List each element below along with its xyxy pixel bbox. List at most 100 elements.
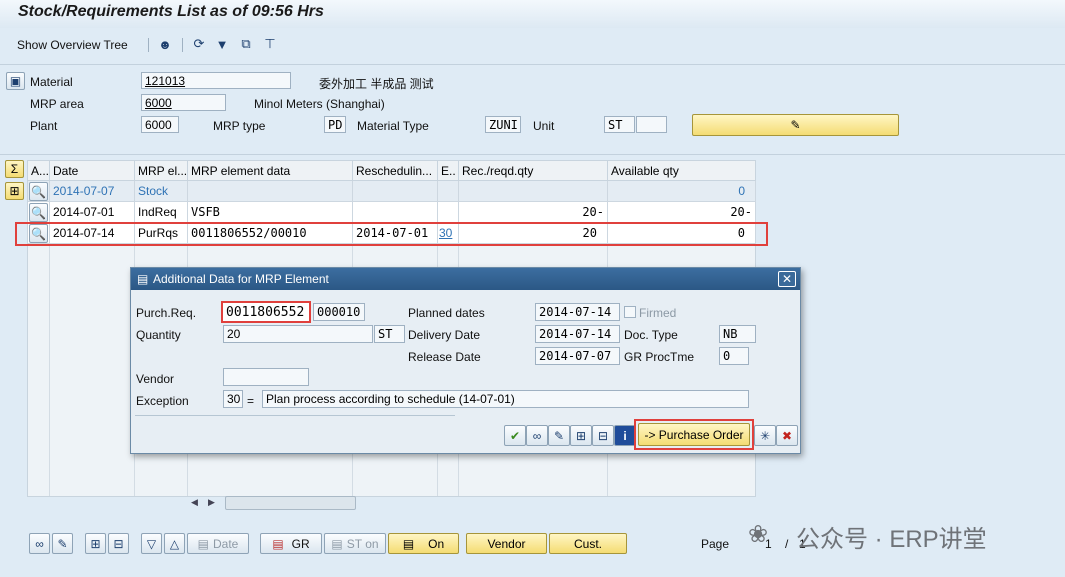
- cancel-icon[interactable]: ✖: [776, 425, 798, 446]
- person-icon[interactable]: ☻: [157, 36, 173, 52]
- gr-proc-time-label: GR ProcTme: [624, 350, 695, 364]
- calendar-icon: ▤: [402, 536, 415, 551]
- delivery-date-field[interactable]: 2014-07-14: [535, 325, 620, 343]
- table-cell-element-data: VSFB: [188, 202, 353, 223]
- horizontal-scrollbar[interactable]: [225, 496, 356, 510]
- firmed-label: Firmed: [639, 306, 677, 320]
- calendar-icon: ▤: [197, 536, 209, 551]
- purch-req-field[interactable]: 0011806552: [221, 301, 311, 323]
- sum-icon[interactable]: Σ: [5, 160, 24, 178]
- purchase-order-button[interactable]: -> Purchase Order: [638, 423, 750, 446]
- table-row-detail-button[interactable]: 🔍: [28, 181, 50, 202]
- col-header-mrp-el[interactable]: MRP el...: [135, 161, 188, 181]
- delivery-date-label: Delivery Date: [408, 328, 481, 342]
- table-cell-mrp-el: IndReq: [135, 202, 188, 223]
- col-header-rec-reqd-qty[interactable]: Rec./reqd.qty: [459, 161, 608, 181]
- toolbar-divider: [182, 38, 183, 52]
- scroll-right-icon[interactable]: ▶: [208, 497, 215, 508]
- col-header-mrp-element-data[interactable]: MRP element data: [188, 161, 353, 181]
- gr-button[interactable]: ▤ GR: [260, 533, 322, 554]
- quantity-field[interactable]: 20: [223, 325, 373, 343]
- table-cell-exception: [438, 181, 459, 202]
- table-cell-mrp-el: Stock: [135, 181, 188, 202]
- material-detail-icon[interactable]: ▣: [6, 72, 25, 90]
- info-icon[interactable]: i: [614, 425, 636, 446]
- highlight-row: [15, 222, 768, 246]
- edit-button[interactable]: ✎: [692, 114, 899, 136]
- col-header-rescheduling[interactable]: Reschedulin...: [353, 161, 438, 181]
- page-separator: /: [785, 537, 789, 551]
- quantity-unit-field[interactable]: ST: [374, 325, 405, 343]
- filter-icon[interactable]: ▼: [214, 36, 230, 52]
- wechat-icon: ❀: [748, 521, 769, 548]
- material-field[interactable]: 121013: [141, 72, 291, 89]
- expand-icon[interactable]: ⊞: [5, 182, 24, 200]
- table-cell-resched: [353, 181, 438, 202]
- hierarchy-down-icon[interactable]: ⊟: [108, 533, 129, 554]
- col-header-date[interactable]: Date: [50, 161, 135, 181]
- snowflake-icon[interactable]: ✳: [754, 425, 776, 446]
- filter-settings-icon[interactable]: ⊤: [262, 36, 278, 52]
- firmed-checkbox[interactable]: [624, 306, 636, 318]
- dialog-close-icon[interactable]: ✕: [778, 271, 796, 287]
- unit-field[interactable]: ST: [604, 116, 635, 133]
- pencil-icon[interactable]: ✎: [548, 425, 570, 446]
- scroll-left-icon[interactable]: ◀: [191, 497, 198, 508]
- glasses-icon[interactable]: ∞: [29, 533, 50, 554]
- plant-label: Plant: [30, 119, 58, 133]
- toolbar-divider: [148, 38, 149, 52]
- material-type-field[interactable]: ZUNI: [485, 116, 521, 133]
- mrp-area-field[interactable]: 6000: [141, 94, 226, 111]
- mrp-area-label: MRP area: [30, 97, 84, 111]
- cust-button[interactable]: Cust.: [549, 533, 627, 554]
- glasses-icon[interactable]: ∞: [526, 425, 548, 446]
- hierarchy-up-icon[interactable]: ⊞: [570, 425, 592, 446]
- planned-dates-label: Planned dates: [408, 306, 485, 320]
- table-row-detail-button[interactable]: 🔍: [28, 202, 50, 223]
- col-header-exception[interactable]: E..: [438, 161, 459, 181]
- refresh-icon[interactable]: ⟳: [191, 36, 207, 52]
- vendor-field[interactable]: [223, 368, 309, 386]
- arrow-down-icon[interactable]: ▽: [141, 533, 162, 554]
- page-label: Page: [701, 537, 730, 551]
- exception-code-field[interactable]: 30: [223, 390, 243, 408]
- magnifier-icon: 🔍: [29, 182, 48, 201]
- table-cell-rec-qty: [459, 181, 608, 202]
- plant-field[interactable]: 6000: [141, 116, 179, 133]
- exception-label: Exception: [136, 394, 189, 408]
- calendar-icon: ▤: [272, 536, 284, 551]
- hierarchy-up-icon[interactable]: ⊞: [85, 533, 106, 554]
- dialog-title: Additional Data for MRP Element: [131, 268, 800, 290]
- additional-data-dialog: Additional Data for MRP Element ▤ ✕ Purc…: [130, 267, 801, 454]
- date-button[interactable]: ▤ Date: [187, 533, 249, 554]
- on-button[interactable]: ▤ On: [388, 533, 459, 554]
- hierarchy-down-icon[interactable]: ⊟: [592, 425, 614, 446]
- exception-equals: =: [247, 394, 255, 408]
- pencil-icon[interactable]: ✎: [52, 533, 73, 554]
- table-cell-rec-qty: 20-: [459, 202, 608, 223]
- confirm-icon[interactable]: ✔: [504, 425, 526, 446]
- st-on-button[interactable]: ▤ ST on: [324, 533, 386, 554]
- material-description: 委外加工 半成品 测试: [319, 77, 434, 91]
- table-cell-avail-qty: 0: [608, 181, 756, 202]
- planned-dates-field[interactable]: 2014-07-14: [535, 303, 620, 321]
- pencil-icon: ✎: [790, 118, 801, 132]
- purch-req-item-field[interactable]: 000010: [313, 303, 365, 321]
- vendor-button[interactable]: Vendor: [466, 533, 547, 554]
- show-overview-tree-button[interactable]: Show Overview Tree: [17, 38, 128, 52]
- unit-label: Unit: [533, 119, 555, 133]
- magnifier-icon: 🔍: [29, 203, 48, 222]
- mrp-type-field[interactable]: PD: [324, 116, 346, 133]
- doc-type-field[interactable]: NB: [719, 325, 756, 343]
- calendar-icon: ▤: [331, 536, 343, 551]
- release-date-field[interactable]: 2014-07-07: [535, 347, 620, 365]
- doc-type-label: Doc. Type: [624, 328, 678, 342]
- copy-icon[interactable]: ⧉: [238, 36, 254, 52]
- table-cell-date: 2014-07-07: [50, 181, 135, 202]
- col-header-available-qty[interactable]: Available qty: [608, 161, 756, 181]
- col-header-a[interactable]: A...: [28, 161, 50, 181]
- mrp-type-label: MRP type: [213, 119, 266, 133]
- gr-proc-time-field[interactable]: 0: [719, 347, 749, 365]
- vendor-label: Vendor: [136, 372, 175, 386]
- arrow-up-icon[interactable]: △: [164, 533, 185, 554]
